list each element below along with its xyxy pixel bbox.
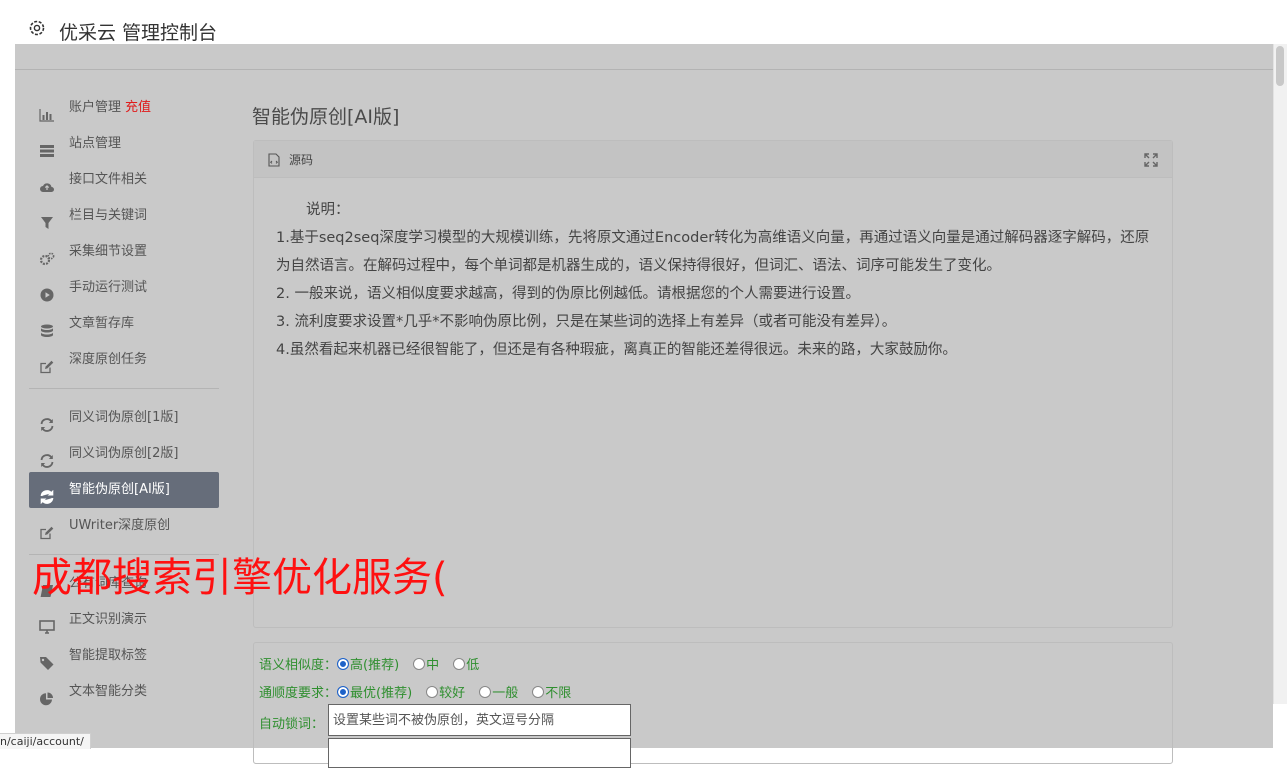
sidebar-item-group3-3[interactable]: 文本智能分类 [29, 674, 219, 710]
fluency-option-3[interactable]: 不限 [532, 686, 571, 701]
sidebar-item-group1-2[interactable]: 接口文件相关 [29, 162, 219, 198]
sidebar-item-group2-3[interactable]: UWriter深度原创 [29, 508, 219, 544]
similarity-option-1[interactable]: 中 [413, 658, 439, 673]
lock-label: 自动锁词： [259, 717, 325, 732]
sidebar-nav: 账户管理 充值站点管理接口文件相关 栏目与关键词 采集细节设置 手动运行测试 文章暂存库深… [29, 90, 219, 710]
notes-line: 4.虽然看起来机器已经很智能了，但还是有各种瑕疵，离真正的智能还差得很远。未来的… [276, 342, 957, 358]
sidebar-item-label: 采集细节设置 [69, 244, 148, 259]
expand-icon[interactable] [1144, 152, 1158, 167]
fluency-option-0[interactable]: 最优(推荐) [337, 686, 412, 701]
radio-button[interactable] [453, 658, 466, 670]
sidebar-item-label: 站点管理 [69, 136, 122, 151]
sidebar-item-group1-7[interactable]: 深度原创任务 [29, 342, 219, 378]
sidebar-item-label: 手动运行测试 [69, 280, 148, 295]
notes-line: 3. 流利度要求设置*几乎*不影响伪原比例，只是在某些词的选择上有差异（或者可能… [276, 314, 897, 330]
sidebar-item-group1-4[interactable]: 采集细节设置 [29, 234, 219, 270]
scrollbar-thumb[interactable] [1276, 46, 1284, 86]
play-circle-icon [39, 281, 55, 302]
database-icon [39, 317, 55, 337]
header-divider [15, 69, 1273, 70]
fluency-label: 通顺度要求： [259, 686, 338, 701]
sidebar-item-label: 智能伪原创[AI版] [69, 482, 170, 497]
top-bar: 优采云 管理控制台 [15, 0, 1273, 44]
monitor-icon [39, 613, 55, 634]
fluency-row: 通顺度要求： 最优(推荐) 较好 一般 不限 [259, 682, 585, 701]
radio-label: 不限 [545, 686, 572, 701]
radio-button[interactable] [532, 686, 545, 698]
notes-heading: 说明： [306, 202, 350, 218]
panel-header-label: 源码 [289, 153, 314, 167]
sidebar-item-group2-1[interactable]: 同义词伪原创[2版] [29, 436, 219, 472]
gears-icon [39, 245, 55, 266]
overlay-banner-text: 成都搜索引擎优化服务( [32, 555, 448, 601]
radio-button[interactable] [337, 686, 350, 698]
sidebar-item-label: UWriter深度原创 [69, 518, 171, 533]
app-title: 优采云 管理控制台 [59, 22, 218, 44]
edit-icon [39, 519, 55, 540]
sidebar-item-group2-2[interactable]: 智能伪原创[AI版] [29, 472, 219, 508]
cloud-upload-icon [39, 173, 55, 192]
notes-text: 说明： 1.基于seq2seq深度学习模型的大规模训练，先将原文通过Encode… [276, 196, 1156, 364]
sidebar-item-group3-1[interactable]: 正文识别演示 [29, 602, 219, 638]
edit-icon [39, 353, 55, 374]
page-title: 智能伪原创[AI版] [252, 106, 400, 128]
main-area: 账户管理 充值站点管理接口文件相关 栏目与关键词 采集细节设置 手动运行测试 文章暂存库深… [15, 44, 1273, 768]
radio-label: 较好 [439, 686, 466, 701]
sidebar-item-label: 账户管理 [69, 100, 122, 115]
sidebar-item-label: 同义词伪原创[2版] [69, 446, 179, 461]
options-form: 语义相似度： 高(推荐) 中 低 通顺度要求： 最优(推荐) 较好 一般 不限 自动锁词： 设… [253, 642, 1173, 768]
sidebar-item-label: 文本智能分类 [69, 684, 148, 699]
file-code-icon [268, 152, 280, 167]
sidebar-item-label: 接口文件相关 [69, 172, 148, 187]
sidebar-item-label: 栏目与关键词 [69, 208, 148, 223]
sidebar-item-label: 深度原创任务 [69, 352, 148, 367]
nav-divider [29, 388, 219, 389]
radio-label: 高(推荐) [350, 658, 400, 673]
second-input[interactable] [328, 738, 631, 768]
radio-label: 最优(推荐) [350, 686, 413, 701]
sidebar-item-group2-0[interactable]: 同义词伪原创[1版] [29, 400, 219, 436]
notes-line: 2. 一般来说，语义相似度要求越高，得到的伪原比例越低。请根据您的个人需要进行设… [276, 286, 860, 302]
filter-icon [39, 209, 55, 229]
sidebar-item-group3-2[interactable]: 智能提取标签 [29, 638, 219, 674]
notes-line: 1.基于seq2seq深度学习模型的大规模训练，先将原文通过Encoder转化为… [276, 230, 1150, 274]
pie-chart-icon [39, 685, 55, 706]
radio-label: 一般 [492, 686, 519, 701]
similarity-option-2[interactable]: 低 [453, 658, 479, 673]
fluency-option-1[interactable]: 较好 [426, 686, 465, 701]
radio-button[interactable] [413, 658, 426, 670]
sidebar-item-group1-0[interactable]: 账户管理 充值 [29, 90, 219, 126]
gear-icon[interactable] [28, 19, 48, 39]
radio-button[interactable] [479, 686, 492, 698]
sidebar-item-label: 文章暂存库 [69, 316, 135, 331]
sidebar-item-label: 正文识别演示 [69, 612, 148, 627]
similarity-label: 语义相似度： [259, 658, 338, 673]
lock-words-input[interactable]: 设置某些词不被伪原创，英文逗号分隔 [328, 704, 631, 736]
status-bar-url: n/caiji/account/ [0, 733, 91, 749]
tag-icon [39, 649, 55, 670]
radio-button[interactable] [337, 658, 350, 670]
sidebar-item-group1-3[interactable]: 栏目与关键词 [29, 198, 219, 234]
radio-label: 低 [466, 658, 480, 673]
panel-header: 源码 [254, 141, 1172, 178]
sidebar-item-group1-1[interactable]: 站点管理 [29, 126, 219, 162]
sidebar-item-label: 智能提取标签 [69, 648, 148, 663]
sidebar-item-label: 同义词伪原创[1版] [69, 410, 179, 425]
radio-button[interactable] [426, 686, 439, 698]
refresh-icon [39, 411, 55, 432]
refresh-icon [39, 483, 55, 505]
lock-row: 自动锁词： [259, 713, 324, 732]
radio-label: 中 [426, 658, 440, 673]
recharge-link[interactable]: 充值 [125, 100, 151, 115]
sidebar-item-group1-6[interactable]: 文章暂存库 [29, 306, 219, 342]
similarity-row: 语义相似度： 高(推荐) 中 低 [259, 654, 493, 673]
fluency-option-2[interactable]: 一般 [479, 686, 518, 701]
bar-chart-icon [39, 101, 55, 122]
scrollbar[interactable] [1273, 44, 1287, 704]
similarity-option-0[interactable]: 高(推荐) [337, 658, 399, 673]
server-icon [39, 137, 55, 157]
sidebar-item-group1-5[interactable]: 手动运行测试 [29, 270, 219, 306]
refresh-icon [39, 447, 55, 468]
